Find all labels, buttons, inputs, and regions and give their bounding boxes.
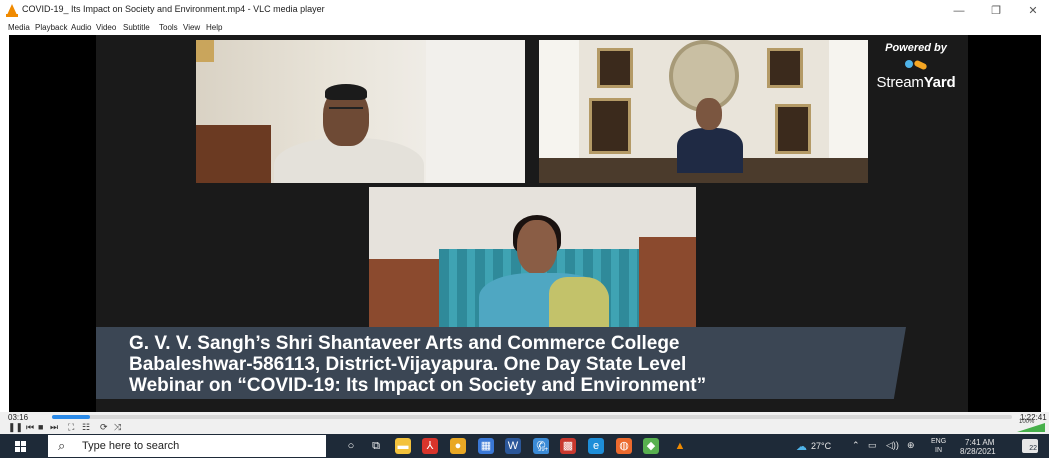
seek-progress	[52, 415, 91, 419]
speaker-icon[interactable]: ◁))	[886, 440, 899, 451]
cabinet-right	[639, 237, 696, 332]
curtain-right	[829, 40, 868, 158]
menu-help[interactable]: Help	[206, 23, 222, 32]
seek-bar[interactable]	[52, 415, 1012, 419]
banner-text: G. V. V. Sangh’s Shri Shantaveer Arts an…	[129, 333, 706, 396]
language-top[interactable]: ENG	[931, 438, 946, 445]
file-explorer-icon[interactable]: ▬	[395, 438, 411, 454]
window-title: COVID-19_ Its Impact on Society and Envi…	[22, 4, 325, 14]
store-icon[interactable]: ▦	[478, 438, 494, 454]
menu-tools[interactable]: Tools	[159, 23, 178, 32]
volume-slider[interactable]: 100%	[1017, 419, 1045, 432]
certificate-frame	[589, 98, 631, 154]
word-icon[interactable]: W	[505, 438, 521, 454]
participant-1-hair	[325, 84, 367, 100]
search-placeholder: Type here to search	[82, 440, 180, 452]
cabinet-left	[369, 259, 439, 332]
loop-button[interactable]: ⟳	[100, 422, 108, 433]
whatsapp-icon[interactable]: ✆ 99+	[533, 438, 550, 454]
bookshelf	[196, 125, 271, 183]
language-bottom[interactable]: IN	[935, 447, 942, 454]
green-app-icon[interactable]: ◆	[643, 438, 659, 454]
weather-icon[interactable]: ☁	[796, 440, 807, 453]
vlc-icon	[6, 4, 18, 17]
menu-bar: Media Playback Audio Video Subtitle Tool…	[0, 22, 1049, 35]
close-button[interactable]: ✕	[1019, 2, 1047, 20]
fullscreen-button[interactable]: ⛶	[68, 422, 74, 433]
vlc-icon[interactable]: ▲	[672, 438, 688, 454]
banner-line-1: G. V. V. Sangh’s Shri Shantaveer Arts an…	[129, 333, 680, 354]
windows-taskbar: ⌕ Type here to search ○ ⧉ ▬ ⅄ ● ▦ W ✆ 99+ ▩ e ◍ ◆ ▲ ☁…	[0, 434, 1049, 458]
previous-button[interactable]: ⏮	[26, 422, 34, 433]
participant-1-glasses	[329, 107, 363, 113]
paint-icon[interactable]: ◍	[616, 438, 632, 454]
menu-subtitle[interactable]: Subtitle	[123, 23, 150, 32]
menu-playback[interactable]: Playback	[35, 23, 67, 32]
cortana-icon[interactable]: ○	[343, 438, 359, 454]
battery-icon[interactable]: ▭	[868, 440, 877, 451]
task-view-icon[interactable]: ⧉	[368, 438, 384, 454]
door	[426, 40, 525, 183]
participant-tile-1	[196, 40, 525, 183]
title-bar: COVID-19_ Its Impact on Society and Envi…	[0, 0, 1049, 22]
menu-view[interactable]: View	[183, 23, 200, 32]
taskbar-search-box[interactable]: ⌕ Type here to search	[48, 435, 326, 457]
curtain-left	[539, 40, 579, 158]
wall-plaque	[196, 40, 214, 62]
next-button[interactable]: ⏭	[50, 422, 58, 433]
menu-audio[interactable]: Audio	[71, 23, 91, 32]
powered-by-label: Powered by	[885, 42, 947, 54]
maximize-button[interactable]: ❐	[982, 2, 1010, 20]
stop-button[interactable]: ■	[38, 422, 43, 432]
search-icon: ⌕	[58, 438, 66, 453]
whatsapp-badge: 99+	[537, 447, 550, 454]
wall-frame	[767, 48, 803, 88]
participant-2-head	[696, 98, 722, 130]
shuffle-button[interactable]: ⤨	[114, 422, 121, 433]
playlist-button[interactable]: ☷	[82, 422, 90, 433]
wall-frame	[597, 48, 633, 88]
acrobat-icon[interactable]: ⅄	[422, 438, 438, 454]
weather-temperature[interactable]: 27°C	[811, 441, 831, 451]
streamyard-logo-icon	[905, 58, 928, 72]
banner-line-2: Babaleshwar-586113, District-Vijayapura.…	[129, 354, 687, 375]
minimize-button[interactable]: —	[945, 2, 973, 20]
participant-3-scarf	[549, 277, 609, 332]
show-hidden-icons-icon[interactable]: ⌃	[852, 440, 860, 451]
webinar-banner: G. V. V. Sangh’s Shri Shantaveer Arts an…	[96, 327, 906, 399]
streamyard-watermark: Powered by StreamYard	[866, 42, 966, 91]
certificate-frame	[775, 104, 811, 154]
windows-start-icon[interactable]	[15, 441, 26, 452]
player-controls: 03:16 1:22:41 ❚❚ ⏮ ■ ⏭ ⛶ ☷ ⟳ ⤨ 100%	[0, 412, 1049, 434]
banner-line-3: Webinar on “COVID-19: Its Impact on Soci…	[129, 375, 707, 396]
participant-2-body	[677, 128, 743, 173]
streamyard-stage: Powered by StreamYard G. V. V. Sangh’s S…	[96, 35, 968, 412]
globe-icon[interactable]: ⊕	[907, 440, 915, 451]
pause-button[interactable]: ❚❚	[8, 422, 23, 433]
participant-3-head	[517, 220, 557, 274]
volume-percent: 100%	[1019, 419, 1035, 425]
participant-tile-3	[369, 187, 696, 332]
elapsed-time: 03:16	[8, 413, 29, 422]
menu-media[interactable]: Media	[8, 23, 30, 32]
video-area[interactable]: Powered by StreamYard G. V. V. Sangh’s S…	[9, 35, 1041, 412]
edge-icon[interactable]: e	[588, 438, 604, 454]
participant-tile-2	[539, 40, 868, 183]
gift-icon[interactable]: ▩	[560, 438, 576, 454]
notification-center-icon[interactable]: 22	[1022, 439, 1038, 453]
menu-video[interactable]: Video	[96, 23, 116, 32]
streamyard-brand: StreamYard	[876, 74, 956, 91]
clock-date[interactable]: 8/28/2021	[960, 447, 996, 456]
chrome-icon[interactable]: ●	[450, 438, 466, 454]
clock-time[interactable]: 7:41 AM	[965, 438, 994, 447]
